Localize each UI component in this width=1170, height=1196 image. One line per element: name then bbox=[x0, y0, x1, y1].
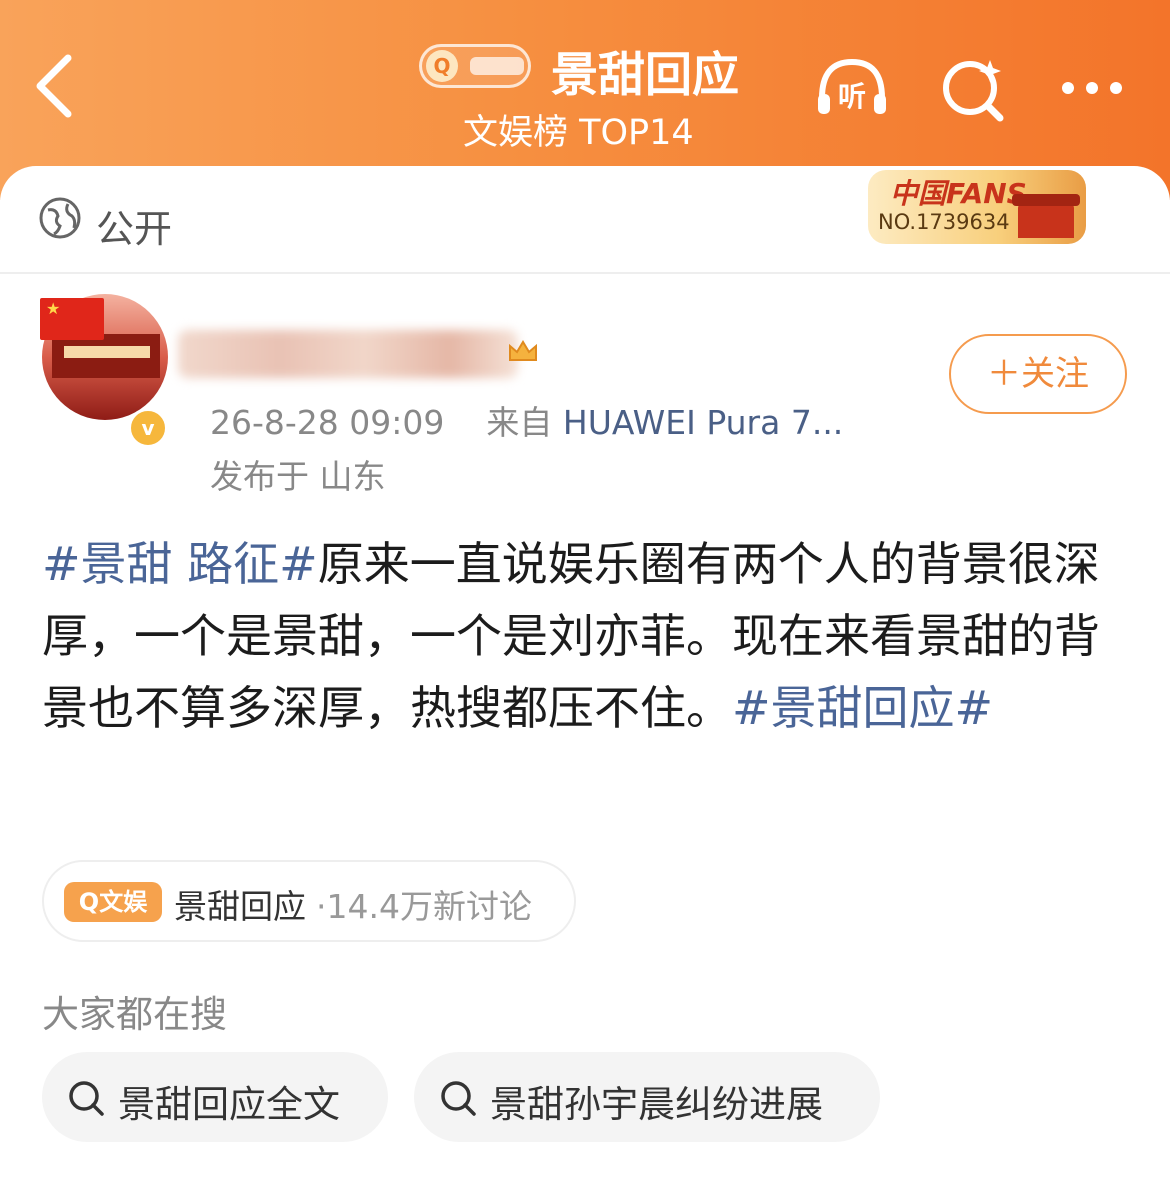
related-search-label: 景甜孙宇晨纠纷进展 bbox=[490, 1083, 823, 1126]
visibility-row: 公开 中国FANS NO.1739634 bbox=[0, 166, 1170, 274]
related-search-chip[interactable]: 景甜回应全文 bbox=[42, 1052, 388, 1142]
flag-icon: ★ bbox=[40, 298, 104, 340]
related-search-title: 大家都在搜 bbox=[42, 993, 227, 1036]
post-meta: 26-8-28 09:09 来自 HUAWEI Pura 7... bbox=[210, 396, 843, 444]
rank-label[interactable]: 文娱榜 TOP14 bbox=[463, 104, 694, 155]
username-blurred[interactable] bbox=[178, 330, 518, 378]
search-icon bbox=[69, 1081, 104, 1116]
related-search-label: 景甜回应全文 bbox=[118, 1083, 340, 1126]
topic-card[interactable]: Q文娱 景甜回应 ·14.4万新讨论 bbox=[42, 860, 576, 942]
chevron-left-icon[interactable] bbox=[28, 50, 88, 122]
fans-badge-number: NO.1739634 bbox=[878, 210, 1010, 234]
post-device[interactable]: HUAWEI Pura 7... bbox=[563, 403, 843, 442]
topic-name: 景甜回应 bbox=[174, 887, 306, 926]
post-location: 发布于 山东 bbox=[210, 457, 386, 496]
follow-button[interactable]: ＋关注 bbox=[949, 334, 1127, 414]
post-time: 26-8-28 09:09 bbox=[210, 403, 445, 442]
more-dots-icon[interactable] bbox=[1052, 48, 1132, 128]
crown-icon bbox=[509, 340, 537, 361]
hashtag-link[interactable]: #景甜 路征# bbox=[42, 537, 318, 591]
search-icon bbox=[441, 1081, 476, 1116]
post-source-prefix: 来自 bbox=[486, 403, 553, 442]
page-title-block: Q 景甜回应 文娱榜 TOP14 bbox=[415, 30, 775, 153]
topic-discussion-count: ·14.4万新讨论 bbox=[316, 887, 532, 926]
search-topic-icon: Q bbox=[419, 44, 531, 88]
listen-headphones-icon[interactable]: 听 bbox=[812, 48, 892, 128]
globe-icon bbox=[39, 197, 81, 239]
fans-badge-title: 中国FANS bbox=[890, 177, 1027, 210]
related-search-chip[interactable]: 景甜孙宇晨纠纷进展 bbox=[414, 1052, 880, 1142]
hashtag-link[interactable]: #景甜回应# bbox=[732, 681, 993, 735]
gate-emblem-icon bbox=[1012, 194, 1080, 238]
listen-label: 听 bbox=[838, 80, 866, 113]
post-body: #景甜 路征#原来一直说娱乐圈有两个人的背景很深厚，一个是景甜，一个是刘亦菲。现… bbox=[42, 528, 1132, 744]
topic-category-badge: Q文娱 bbox=[64, 882, 162, 922]
verified-icon: v bbox=[128, 408, 168, 448]
visibility-label: 公开 bbox=[96, 207, 173, 251]
fans-badge[interactable]: 中国FANS NO.1739634 bbox=[868, 170, 1086, 244]
page-title: 景甜回应 bbox=[551, 48, 739, 103]
search-sparkle-icon[interactable] bbox=[934, 48, 1014, 128]
